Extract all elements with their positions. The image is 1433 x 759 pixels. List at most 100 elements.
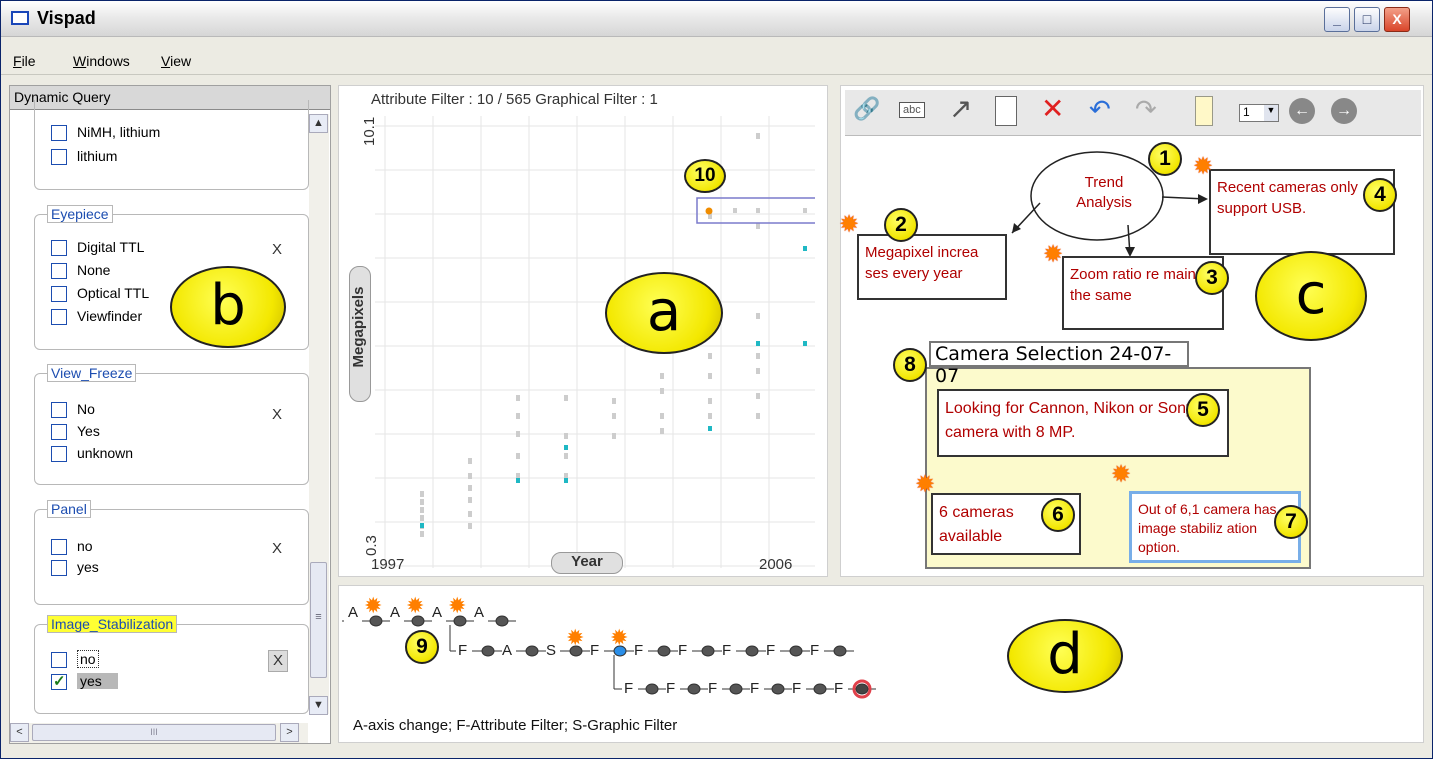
checkbox[interactable] (51, 424, 67, 441)
horizontal-scrollbar[interactable]: < III > (10, 723, 308, 743)
menu-file[interactable]: File (13, 53, 36, 69)
data-point (516, 395, 520, 401)
history-step-label: F (678, 642, 687, 659)
scroll-thumb[interactable]: ≡ (310, 562, 327, 678)
history-node[interactable] (701, 645, 715, 657)
data-point (612, 413, 616, 419)
note-megapixel[interactable]: Megapixel increa ses every year (857, 234, 1007, 300)
option-yes[interactable]: yes (51, 672, 118, 691)
history-node[interactable] (645, 683, 659, 695)
horizontal-scroll-thumb[interactable]: III (32, 724, 276, 741)
note-looking-for[interactable]: Looking for Cannon, Nikon or Sony camera… (937, 389, 1229, 457)
checkbox[interactable] (51, 446, 67, 463)
option-label: lithium (77, 148, 118, 164)
history-step-label: F (834, 680, 843, 697)
option-yes[interactable]: yes (51, 559, 99, 577)
option-label: Digital TTL (77, 239, 145, 255)
close-button[interactable]: X (1384, 7, 1410, 32)
option-no[interactable]: No (51, 401, 95, 419)
data-point (756, 393, 760, 399)
highlighted-point[interactable] (420, 523, 424, 528)
x-axis-selector[interactable]: Year (551, 552, 623, 574)
history-node[interactable] (789, 645, 803, 657)
option-nimh-lithium[interactable]: NiMH, lithium (51, 124, 160, 142)
data-point (420, 515, 424, 521)
frame-title: Camera Selection 24-07-07 (929, 341, 1189, 387)
option-label: NiMH, lithium (77, 124, 161, 140)
history-node[interactable] (855, 683, 869, 695)
history-node[interactable] (495, 615, 509, 627)
highlighted-point[interactable] (803, 246, 807, 251)
option-yes[interactable]: Yes (51, 423, 100, 441)
option-label: Yes (77, 423, 100, 439)
y-min-label: 0.3 (363, 535, 380, 556)
highlighted-point[interactable] (564, 445, 568, 450)
checkbox[interactable] (51, 652, 67, 669)
checkbox[interactable] (51, 672, 67, 691)
data-point (756, 413, 760, 419)
maximize-button[interactable]: □ (1354, 7, 1380, 32)
option-no[interactable]: no (51, 650, 99, 669)
option-none[interactable]: None (51, 262, 110, 280)
callout-badge-8: 8 (893, 348, 927, 382)
option-unknown[interactable]: unknown (51, 445, 133, 463)
history-node[interactable] (481, 645, 495, 657)
history-node[interactable] (657, 645, 671, 657)
selected-point[interactable] (705, 207, 713, 215)
checkbox[interactable] (51, 125, 67, 142)
checkbox[interactable] (51, 560, 67, 577)
highlighted-point[interactable] (803, 341, 807, 346)
option-lithium[interactable]: lithium (51, 148, 117, 166)
history-step-label: A (474, 604, 484, 621)
option-viewfinder[interactable]: Viewfinder (51, 308, 142, 326)
checkbox[interactable] (51, 402, 67, 419)
highlighted-point[interactable] (564, 478, 568, 483)
history-step-label: F (634, 642, 643, 659)
group-title: Eyepiece (47, 205, 113, 223)
group-title: Panel (47, 500, 91, 518)
data-point (756, 223, 760, 229)
history-node[interactable] (813, 683, 827, 695)
history-node[interactable] (745, 645, 759, 657)
data-point (516, 453, 520, 459)
clear-filter-button[interactable]: X (268, 650, 288, 672)
menu-view[interactable]: View (161, 53, 191, 69)
highlighted-point[interactable] (516, 478, 520, 483)
star-icon: ✹ (610, 625, 628, 650)
history-node[interactable] (687, 683, 701, 695)
scatterplot[interactable]: × (375, 116, 815, 568)
checkbox[interactable] (51, 240, 67, 257)
y-axis-selector[interactable]: Megapixels (349, 266, 371, 402)
clear-filter-button[interactable]: X (272, 406, 282, 423)
option-digital-ttl[interactable]: Digital TTL (51, 239, 144, 257)
checkbox[interactable] (51, 286, 67, 303)
history-node[interactable] (729, 683, 743, 695)
scroll-up-button[interactable]: ▲ (309, 114, 328, 133)
data-point (708, 373, 712, 379)
menu-windows[interactable]: Windows (73, 53, 130, 69)
star-icon: ✹ (1043, 241, 1064, 268)
option-optical-ttl[interactable]: Optical TTL (51, 285, 149, 303)
checkbox[interactable] (51, 539, 67, 556)
checkbox[interactable] (51, 149, 67, 166)
battery-group: NiMH, lithium lithium (34, 100, 309, 190)
option-no[interactable]: no (51, 538, 93, 556)
checkbox[interactable] (51, 263, 67, 280)
history-node[interactable] (833, 645, 847, 657)
history-node[interactable] (525, 645, 539, 657)
scroll-down-button[interactable]: ▼ (309, 696, 328, 715)
star-icon: ✹ (915, 471, 936, 498)
clear-filter-button[interactable]: X (272, 241, 282, 258)
checkbox[interactable] (51, 309, 67, 326)
highlighted-point[interactable] (756, 341, 760, 346)
highlighted-point[interactable] (708, 426, 712, 431)
view-freeze-group: View_Freeze X No Yes unknown (34, 364, 309, 485)
scroll-right-button[interactable]: > (280, 723, 299, 742)
clear-filter-button[interactable]: X (272, 540, 282, 557)
scroll-left-button[interactable]: < (10, 723, 29, 742)
minimize-button[interactable]: _ (1324, 7, 1350, 32)
history-node[interactable] (771, 683, 785, 695)
vertical-scrollbar[interactable]: ▲ ≡ ▼ (309, 114, 329, 715)
star-icon: ✹ (448, 593, 466, 618)
history-step-label: F (458, 642, 467, 659)
